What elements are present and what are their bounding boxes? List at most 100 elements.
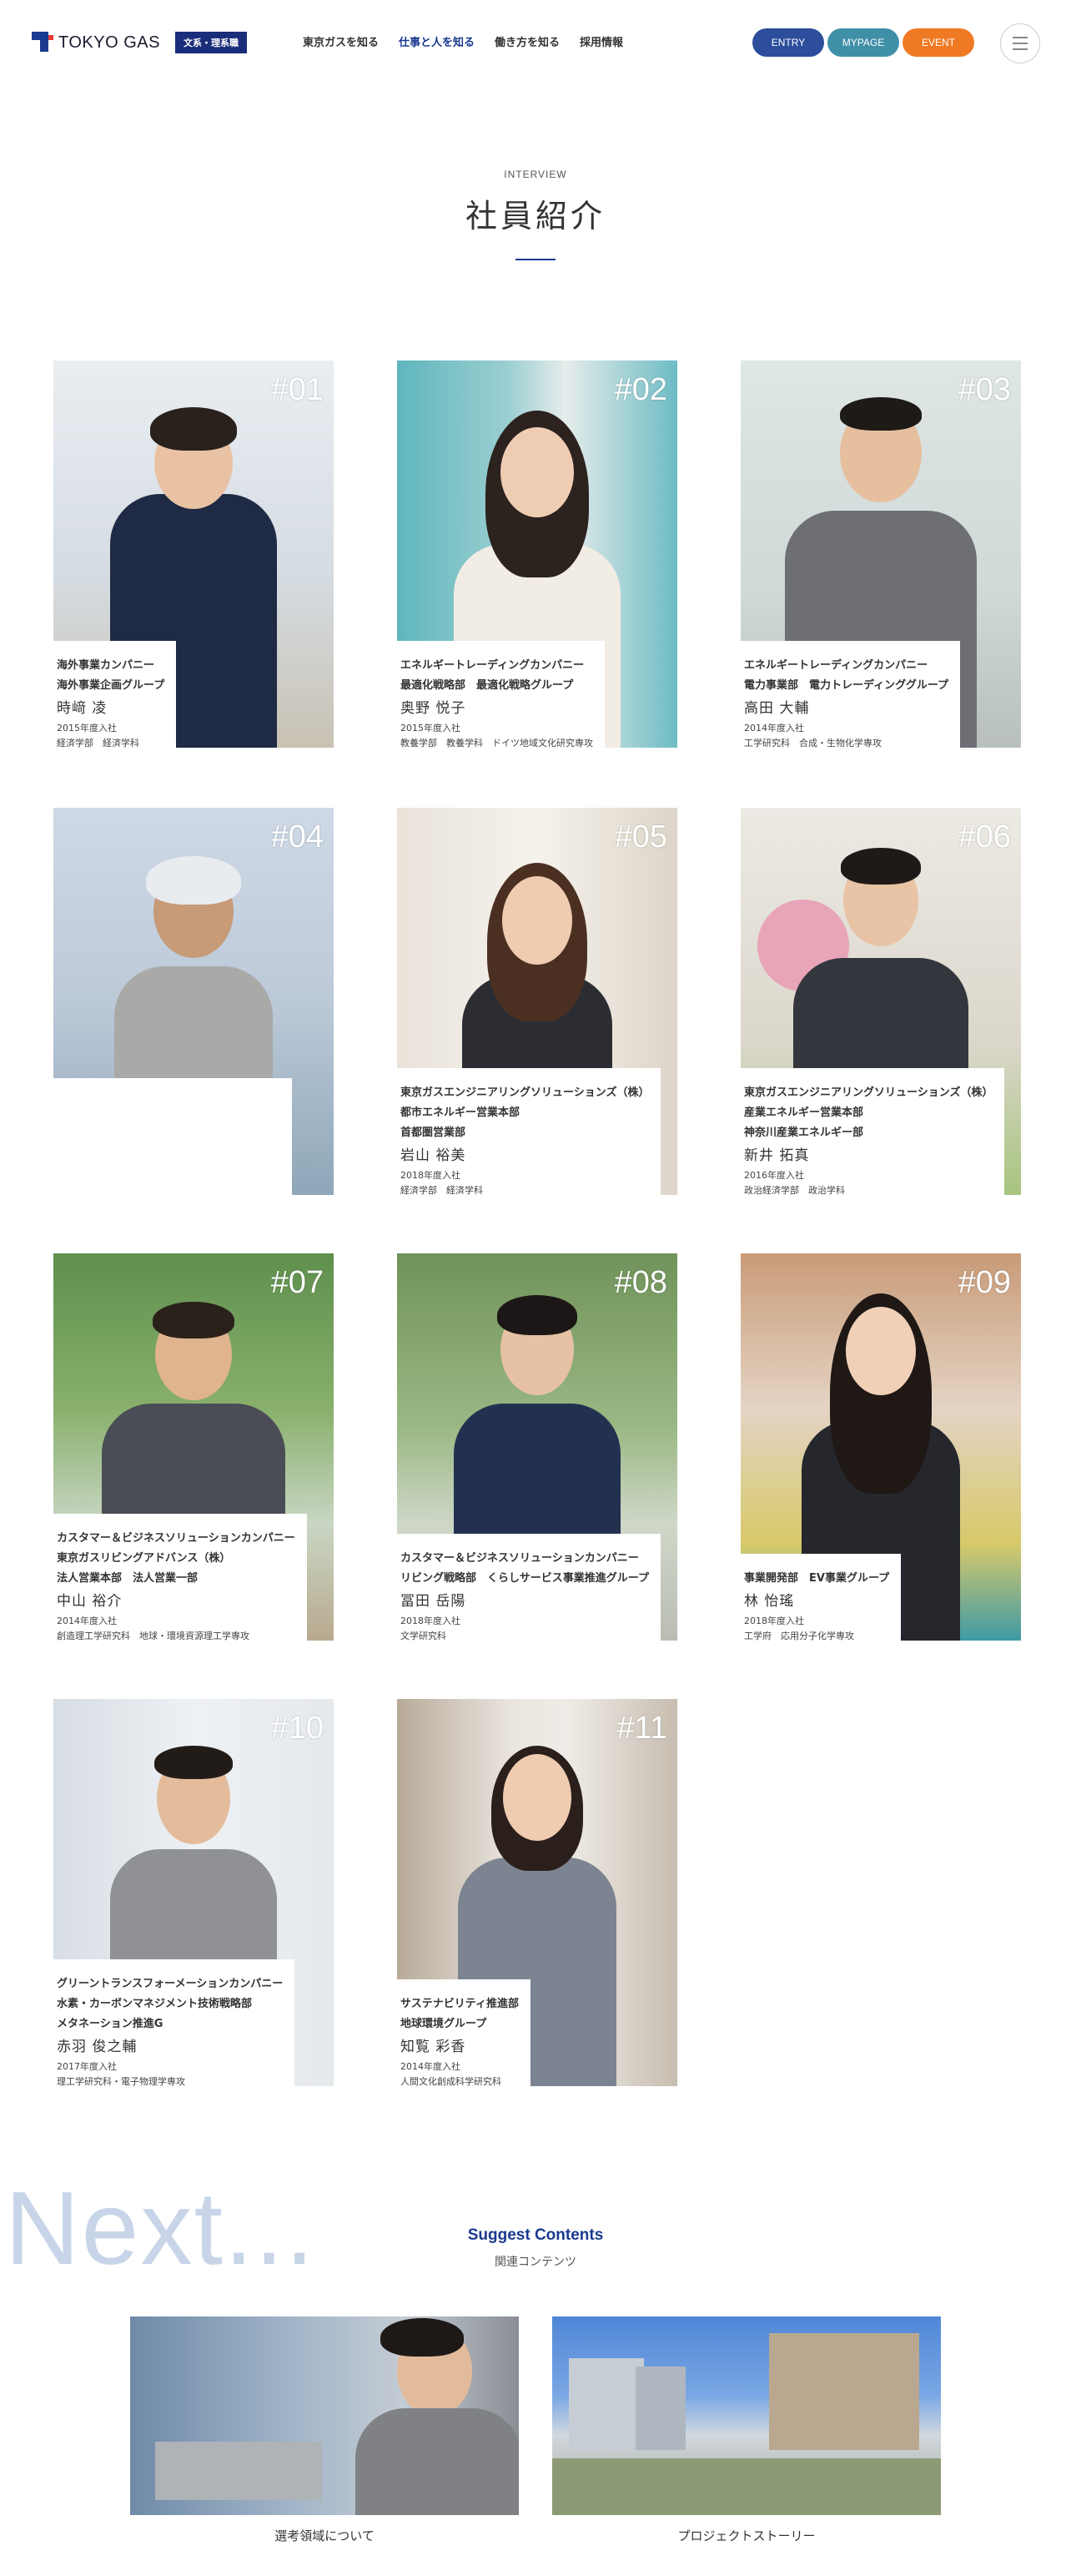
employee-number: #09 bbox=[958, 1265, 1011, 1300]
entry-button[interactable]: ENTRY bbox=[752, 28, 824, 57]
employee-card-09[interactable]: #09 事業開発部 EV事業グループ 林 怡瑤 2018年度入社 工学府 応用分… bbox=[732, 1253, 1033, 1651]
employee-school: 政治経済学部 政治学科 bbox=[744, 1185, 845, 1196]
employee-join-year: 2018年度入社 bbox=[400, 1616, 460, 1626]
suggest-card-selection[interactable]: 選考領域について bbox=[130, 2316, 519, 2544]
employee-dept: 海外事業企画グループ bbox=[57, 679, 165, 692]
site-logo[interactable]: TOKYO GAS 文系・理系職 bbox=[32, 32, 247, 53]
employee-join-year: 2018年度入社 bbox=[744, 1616, 804, 1626]
employee-dept: 首都圏営業部 bbox=[400, 1127, 466, 1139]
employee-card-06[interactable]: #06 東京ガスエンジニアリングソリューションズ（株） 産業エネルギー営業本部 … bbox=[732, 808, 1033, 1205]
employee-dept: カスタマー＆ビジネスソリューションカンパニー bbox=[57, 1532, 295, 1545]
employee-dept: メタネーション推進G bbox=[57, 2018, 163, 2030]
site-header: TOKYO GAS 文系・理系職 東京ガスを知る 仕事と人を知る 働き方を知る … bbox=[0, 0, 1071, 87]
page-title: 社員紹介 bbox=[465, 198, 606, 234]
logo-text: TOKYO GAS bbox=[58, 33, 160, 52]
employee-number: #11 bbox=[616, 1711, 667, 1746]
employee-card-10[interactable]: #10 グリーントランスフォーメーションカンパニー 水素・カーボンマネジメント技… bbox=[45, 1699, 345, 2096]
employee-join-year: 2016年度入社 bbox=[744, 1170, 804, 1181]
employee-school: 教養学部 教養学科 ドイツ地域文化研究専攻 bbox=[400, 738, 593, 749]
employee-info: 東京ガスエンジニアリングソリューションズ（株） 産業エネルギー営業本部 神奈川産… bbox=[732, 1068, 1005, 1205]
employee-join-year: 2015年度入社 bbox=[400, 723, 460, 733]
employee-join-year: 2014年度入社 bbox=[400, 2061, 460, 2072]
employee-dept: 産業エネルギー営業本部 bbox=[744, 1107, 864, 1119]
suggest-card-project-story[interactable]: プロジェクトストーリー bbox=[552, 2316, 941, 2544]
employee-dept: 最適化戦略部 最適化戦略グループ bbox=[400, 679, 574, 692]
employee-card-03[interactable]: #03 エネルギートレーディングカンパニー 電力事業部 電力トレーディンググルー… bbox=[732, 360, 1033, 758]
employee-info: 事業開発部 EV事業グループ 林 怡瑤 2018年度入社 工学府 応用分子化学専… bbox=[732, 1554, 902, 1651]
hamburger-menu-icon[interactable] bbox=[1000, 23, 1040, 63]
employee-name: 赤羽 俊之輔 bbox=[57, 2039, 138, 2055]
employee-number: #03 bbox=[958, 372, 1011, 407]
employee-dept: 法人営業本部 法人営業一部 bbox=[57, 1572, 199, 1585]
employee-info: 海外事業カンパニー 海外事業企画グループ 時﨑 凌 2015年度入社 経済学部 … bbox=[45, 641, 177, 758]
employee-info bbox=[45, 1078, 292, 1205]
employee-number: #01 bbox=[270, 372, 324, 407]
employee-dept: グリーントランスフォーメーションカンパニー bbox=[57, 1978, 284, 1990]
employee-dept: リビング戦略部 くらしサービス事業推進グループ bbox=[400, 1572, 649, 1585]
employee-name: 岩山 裕美 bbox=[400, 1147, 466, 1164]
nav-item-recruit-info[interactable]: 採用情報 bbox=[580, 33, 623, 49]
employee-dept: エネルギートレーディングカンパニー bbox=[400, 659, 585, 672]
employee-name: 林 怡瑤 bbox=[744, 1593, 795, 1610]
title-divider bbox=[515, 259, 556, 260]
employee-dept: 東京ガスリビングアドバンス（株） bbox=[57, 1552, 231, 1565]
employee-number: #10 bbox=[270, 1711, 324, 1746]
employee-card-11[interactable]: #11 サステナビリティ推進部 地球環境グループ 知覧 彩香 2014年度入社 … bbox=[389, 1699, 689, 2096]
employee-join-year: 2014年度入社 bbox=[57, 1616, 117, 1626]
employee-dept: 電力事業部 電力トレーディンググループ bbox=[744, 679, 949, 692]
employee-card-05[interactable]: #05 東京ガスエンジニアリングソリューションズ（株） 都市エネルギー営業本部 … bbox=[389, 808, 689, 1205]
suggest-image bbox=[552, 2316, 941, 2515]
employee-info: エネルギートレーディングカンパニー 電力事業部 電力トレーディンググループ 高田… bbox=[732, 641, 961, 758]
employee-info: カスタマー＆ビジネスソリューションカンパニー 東京ガスリビングアドバンス（株） … bbox=[45, 1514, 307, 1651]
employee-dept: 地球環境グループ bbox=[400, 2018, 487, 2030]
employee-name: 新井 拓真 bbox=[744, 1147, 810, 1164]
suggest-title: Suggest Contents bbox=[467, 2226, 604, 2244]
employee-dept: 東京ガスエンジニアリングソリューションズ（株） bbox=[744, 1086, 993, 1099]
employee-school: 創造理工学研究科 地球・環境資源理工学専攻 bbox=[57, 1631, 249, 1641]
section-eyebrow: INTERVIEW bbox=[504, 169, 567, 180]
nav-item-work-people[interactable]: 仕事と人を知る bbox=[399, 33, 475, 49]
employee-number: #04 bbox=[270, 819, 324, 854]
employee-card-01[interactable]: #01 海外事業カンパニー 海外事業企画グループ 時﨑 凌 2015年度入社 経… bbox=[45, 360, 345, 758]
employee-name: 知覧 彩香 bbox=[400, 2039, 466, 2055]
employee-school: 工学研究科 合成・生物化学専攻 bbox=[744, 738, 882, 749]
mypage-button[interactable]: MYPAGE bbox=[827, 28, 899, 57]
event-button[interactable]: EVENT bbox=[903, 28, 974, 57]
employee-school: 人間文化創成科学研究科 bbox=[400, 2076, 501, 2087]
employee-name: 時﨑 凌 bbox=[57, 700, 108, 717]
employee-name: 奥野 悦子 bbox=[400, 700, 466, 717]
suggest-label: 選考領域について bbox=[274, 2528, 375, 2543]
employee-name: 中山 裕介 bbox=[57, 1593, 123, 1610]
employee-school: 工学府 応用分子化学専攻 bbox=[744, 1631, 854, 1641]
employee-dept: カスタマー＆ビジネスソリューションカンパニー bbox=[400, 1552, 639, 1565]
employee-number: #05 bbox=[614, 819, 667, 854]
employee-info: 東京ガスエンジニアリングソリューションズ（株） 都市エネルギー営業本部 首都圏営… bbox=[389, 1068, 661, 1205]
suggest-subtitle: 関連コンテンツ bbox=[495, 2256, 576, 2269]
suggest-image bbox=[130, 2316, 519, 2515]
employee-info: エネルギートレーディングカンパニー 最適化戦略部 最適化戦略グループ 奥野 悦子… bbox=[389, 641, 605, 758]
employee-name: 冨田 岳陽 bbox=[400, 1593, 466, 1610]
employee-name: 高田 大輔 bbox=[744, 700, 810, 717]
employee-card-02[interactable]: #02 エネルギートレーディングカンパニー 最適化戦略部 最適化戦略グループ 奥… bbox=[389, 360, 689, 758]
nav-item-workstyle[interactable]: 働き方を知る bbox=[495, 33, 560, 49]
employee-dept: エネルギートレーディングカンパニー bbox=[744, 659, 928, 672]
employee-dept: サステナビリティ推進部 bbox=[400, 1998, 519, 2010]
nav-item-know-company[interactable]: 東京ガスを知る bbox=[303, 33, 379, 49]
employee-school: 経済学部 経済学科 bbox=[57, 738, 139, 749]
employee-number: #06 bbox=[958, 819, 1011, 854]
employee-info: カスタマー＆ビジネスソリューションカンパニー リビング戦略部 くらしサービス事業… bbox=[389, 1534, 661, 1651]
employee-school: 経済学部 経済学科 bbox=[400, 1185, 483, 1196]
employee-info: グリーントランスフォーメーションカンパニー 水素・カーボンマネジメント技術戦略部… bbox=[45, 1959, 295, 2096]
employee-school: 文学研究科 bbox=[400, 1631, 446, 1641]
tokyo-gas-logo-icon bbox=[32, 32, 53, 53]
employee-card-08[interactable]: #08 カスタマー＆ビジネスソリューションカンパニー リビング戦略部 くらしサー… bbox=[389, 1253, 689, 1651]
employee-dept: 海外事業カンパニー bbox=[57, 659, 155, 672]
track-badge[interactable]: 文系・理系職 bbox=[174, 32, 247, 53]
employee-join-year: 2014年度入社 bbox=[744, 723, 804, 733]
global-nav: 東京ガスを知る 仕事と人を知る 働き方を知る 採用情報 bbox=[303, 33, 623, 49]
employee-join-year: 2017年度入社 bbox=[57, 2061, 117, 2072]
employee-number: #07 bbox=[270, 1265, 324, 1300]
employee-number: #02 bbox=[614, 372, 667, 407]
employee-card-07[interactable]: #07 カスタマー＆ビジネスソリューションカンパニー 東京ガスリビングアドバンス… bbox=[45, 1253, 345, 1651]
employee-card-04[interactable]: #04 bbox=[45, 808, 345, 1205]
